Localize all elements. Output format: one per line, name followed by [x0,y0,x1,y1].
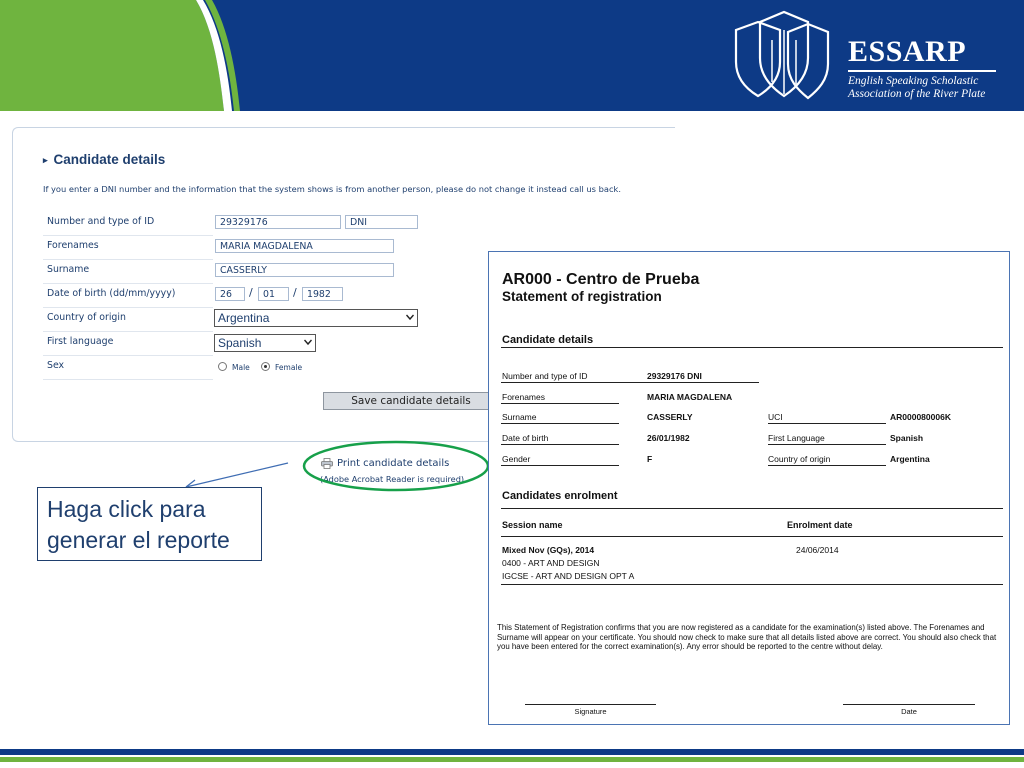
essarp-shield-logo-icon [734,10,830,100]
surname-row: Surname CASSERLY [43,260,483,284]
date-separator: / [293,286,297,299]
report-country-label: Country of origin [768,454,831,464]
sex-female-label: Female [275,363,303,372]
surname-input[interactable]: CASSERLY [215,263,394,277]
enrolment-subject: 0400 - ART AND DESIGN [502,558,600,568]
report-uci-value: AR000080006K [890,412,951,422]
date-label: Date [901,707,917,716]
section-arrow-icon: ▸ [43,155,48,165]
org-full-name-line1: English Speaking Scholastic [848,75,979,87]
print-candidate-details-label: Print candidate details [337,458,450,469]
acrobat-required-note: (Adobe Acrobat Reader is required) [320,474,465,484]
printer-icon [321,458,333,469]
signature-label: Signature [574,707,607,716]
report-divider [501,508,1003,509]
essarp-logo-text: ESSARP English Speaking Scholastic Assoc… [848,36,996,101]
signature-line [525,704,656,705]
country-select-value: Argentina [218,311,270,325]
report-divider [501,584,1003,585]
report-id-label: Number and type of ID [502,371,588,381]
language-row: First language Spanish [43,332,483,356]
pointer-arrow-line [185,462,289,488]
print-candidate-details-link[interactable]: Print candidate details [321,458,450,469]
id-row: Number and type of ID 29329176 DNI [43,212,483,236]
report-country-value: Argentina [890,454,930,464]
date-separator: / [249,286,253,299]
form-title-text: Candidate details [53,152,166,167]
country-label: Country of origin [47,312,126,323]
report-language-label: First Language [768,433,825,443]
report-forenames-value: MARIA MAGDALENA [647,392,733,402]
report-section-enrolment: Candidates enrolment [502,490,618,502]
forenames-row: Forenames MARIA MAGDALENA [43,236,483,260]
sex-row: Sex Male Female [43,356,483,380]
instruction-callout: Haga click para generar el reporte [37,487,262,561]
dob-year-input[interactable]: 1982 [302,287,343,301]
sex-female-radio[interactable] [261,362,270,371]
report-divider [501,347,1003,348]
report-gender-value: F [647,454,653,464]
report-subtitle: Statement of registration [502,289,662,304]
green-wave-decoration [0,0,240,111]
country-select[interactable]: Argentina [214,309,418,327]
enrolment-session-name: Mixed Nov (GQs), 2014 [502,545,595,555]
report-surname-value: CASSERLY [647,412,693,422]
logo-divider [848,70,996,72]
report-title: AR000 - Centro de Prueba [502,271,700,288]
dob-row: Date of birth (dd/mm/yyyy) 26 / 01 / 198… [43,284,483,308]
enrolment-session-header: Session name [502,520,563,530]
forenames-label: Forenames [47,240,99,251]
form-note: If you enter a DNI number and the inform… [43,184,621,194]
dob-month-input[interactable]: 01 [258,287,289,301]
id-label: Number and type of ID [47,216,155,227]
org-name: ESSARP [848,35,967,68]
forenames-input[interactable]: MARIA MAGDALENA [215,239,394,253]
enrolment-date-value: 24/06/2014 [796,545,839,555]
language-label: First language [47,336,114,347]
language-select-value: Spanish [218,336,262,350]
footer-stripe-navy [0,749,1024,755]
language-select[interactable]: Spanish [214,334,316,352]
enrolment-date-header: Enrolment date [787,520,853,530]
registration-statement: This Statement of Registration confirms … [497,623,997,652]
report-gender-label: Gender [502,454,531,464]
report-dob-label: Date of birth [502,433,549,443]
dob-label: Date of birth (dd/mm/yyyy) [47,288,176,299]
sex-male-radio[interactable] [218,362,227,371]
registration-report-document: AR000 - Centro de Prueba Statement of re… [488,251,1010,725]
chevron-down-icon [304,339,312,346]
callout-line1: Haga click para [47,496,206,522]
sex-male-label: Male [232,363,250,372]
country-row: Country of origin Argentina [43,308,483,332]
enrolment-subject: IGCSE - ART AND DESIGN OPT A [502,571,635,581]
report-surname-label: Surname [502,412,537,422]
header-banner: ESSARP English Speaking Scholastic Assoc… [0,0,1024,111]
report-section-candidate: Candidate details [502,334,594,346]
report-dob-value: 26/01/1982 [647,433,690,443]
org-full-name-line2: Association of the River Plate [848,88,986,100]
id-number-input[interactable]: 29329176 [215,215,341,229]
save-candidate-details-button[interactable]: Save candidate details [323,392,499,410]
report-divider [501,536,1003,537]
surname-label: Surname [47,264,90,275]
footer-stripe-green [0,757,1024,762]
callout-line2: generar el reporte [47,527,230,553]
report-language-value: Spanish [890,433,924,443]
id-type-input[interactable]: DNI [345,215,418,229]
sex-label: Sex [47,360,65,371]
date-line [843,704,975,705]
chevron-down-icon [406,314,414,321]
report-uci-label: UCI [768,412,783,422]
report-id-value: 29329176 DNI [647,371,702,381]
dob-day-input[interactable]: 26 [215,287,245,301]
report-forenames-label: Forenames [502,392,545,402]
form-title: ▸ Candidate details [43,152,165,167]
